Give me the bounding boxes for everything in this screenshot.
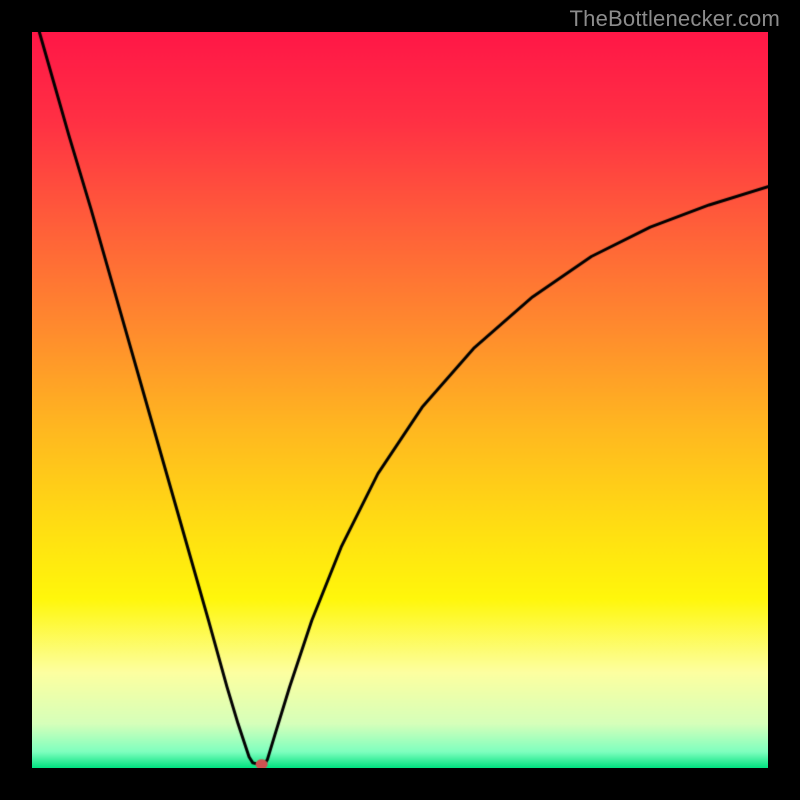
chart-frame: TheBottlenecker.com (0, 0, 800, 800)
bottleneck-curve (32, 32, 768, 768)
plot-area (32, 32, 768, 768)
attribution-label: TheBottlenecker.com (570, 6, 780, 32)
